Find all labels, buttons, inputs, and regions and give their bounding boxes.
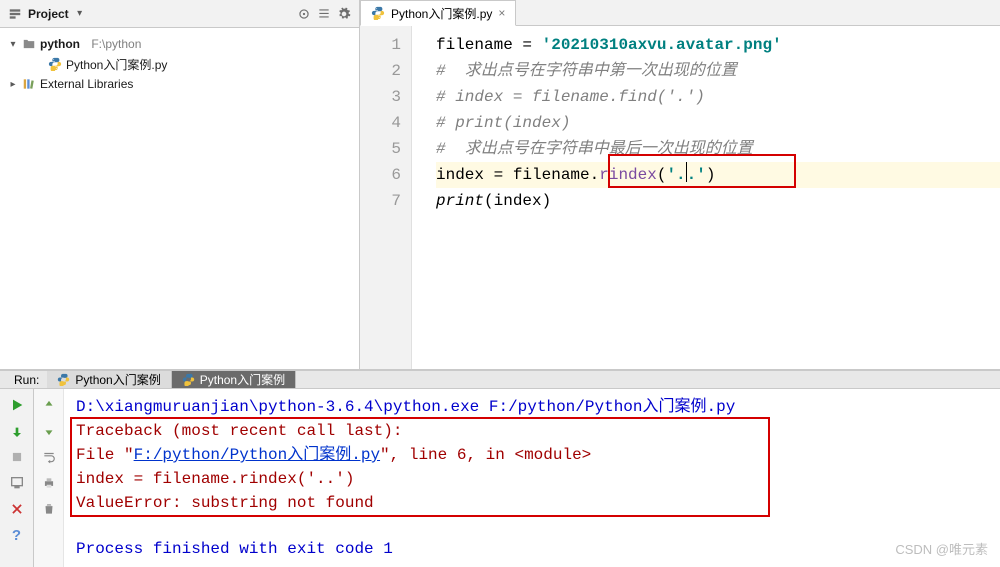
- project-file-name: Python入门案例.py: [66, 56, 167, 73]
- editor-body[interactable]: 1 2 3 4 5 6 7 filename = '20210310axvu.a…: [360, 26, 1000, 369]
- line-number: 7: [360, 188, 401, 214]
- project-dropdown-icon[interactable]: ▾: [75, 8, 85, 19]
- console-exit: Process finished with exit code 1: [76, 537, 988, 561]
- stop-button[interactable]: [7, 447, 27, 467]
- python-file-icon: [48, 57, 62, 71]
- chevron-right-icon[interactable]: ▸: [8, 79, 18, 90]
- line-number: 4: [360, 110, 401, 136]
- project-file-row[interactable]: Python入门案例.py: [4, 54, 355, 74]
- wrap-icon[interactable]: [39, 447, 59, 467]
- code-line[interactable]: # index = filename.find('.'): [436, 84, 1000, 110]
- project-root-name: python: [40, 37, 80, 51]
- close-icon[interactable]: ×: [498, 6, 505, 20]
- python-file-icon: [57, 373, 70, 386]
- console-traceback-file: File "F:/python/Python入门案例.py", line 6, …: [76, 443, 988, 467]
- folder-icon: [22, 37, 36, 51]
- code-line-active[interactable]: index = filename.rindex('..'): [436, 162, 1000, 188]
- python-file-icon: [182, 373, 195, 386]
- trash-icon[interactable]: [39, 499, 59, 519]
- console-traceback-code: index = filename.rindex('..'): [76, 467, 988, 491]
- editor-pane: Python入门案例.py × 1 2 3 4 5 6 7 filename =…: [360, 0, 1000, 369]
- run-panel: Run: Python入门案例 Python入门案例 ? D:\xiangmur…: [0, 370, 1000, 565]
- project-pane: Project ▾ ▾ python F:\python Python入门案例.…: [0, 0, 360, 369]
- run-console[interactable]: D:\xiangmuruanjian\python-3.6.4\python.e…: [64, 389, 1000, 567]
- print-icon[interactable]: [39, 473, 59, 493]
- code-line[interactable]: # 求出点号在字符串中第一次出现的位置: [436, 58, 1000, 84]
- code-line[interactable]: # print(index): [436, 110, 1000, 136]
- project-tool-icon: [8, 7, 22, 21]
- up-icon[interactable]: [39, 395, 59, 415]
- dump-icon[interactable]: [7, 473, 27, 493]
- line-number: 6: [360, 162, 401, 188]
- gear-icon[interactable]: [337, 7, 351, 21]
- run-tab-active[interactable]: Python入门案例: [172, 371, 296, 388]
- external-libs-label: External Libraries: [40, 77, 133, 91]
- run-toolbar-left: ?: [0, 389, 34, 567]
- run-toolbar-inner: [34, 389, 64, 567]
- down-icon[interactable]: [39, 421, 59, 441]
- code-line[interactable]: # 求出点号在字符串中最后一次出现的位置: [436, 136, 1000, 162]
- rerun-icon[interactable]: [7, 395, 27, 415]
- code-line[interactable]: print(index): [436, 188, 1000, 214]
- libraries-icon: [22, 77, 36, 91]
- console-cmd: D:\xiangmuruanjian\python-3.6.4\python.e…: [76, 395, 988, 419]
- line-number: 2: [360, 58, 401, 84]
- console-error: ValueError: substring not found: [76, 491, 988, 515]
- help-icon[interactable]: ?: [7, 525, 27, 545]
- project-title: Project: [28, 7, 69, 21]
- run-tab-bar: Run: Python入门案例 Python入门案例: [0, 371, 1000, 389]
- editor-gutter: 1 2 3 4 5 6 7: [360, 26, 412, 369]
- project-root-row[interactable]: ▾ python F:\python: [4, 34, 355, 54]
- run-tab-label: Python入门案例: [200, 371, 285, 388]
- editor-tab[interactable]: Python入门案例.py ×: [360, 0, 516, 26]
- console-file-link[interactable]: F:/python/Python入门案例.py: [134, 446, 380, 464]
- editor-tab-label: Python入门案例.py: [391, 5, 492, 22]
- python-file-icon: [371, 6, 385, 20]
- line-number: 3: [360, 84, 401, 110]
- collapse-all-icon[interactable]: [317, 7, 331, 21]
- editor-tabs: Python入门案例.py ×: [360, 0, 1000, 26]
- close-icon[interactable]: [7, 499, 27, 519]
- run-tab-label: Python入门案例: [75, 371, 160, 388]
- project-tree: ▾ python F:\python Python入门案例.py ▸ Exter…: [0, 28, 359, 100]
- run-label: Run:: [6, 371, 47, 388]
- line-number: 5: [360, 136, 401, 162]
- chevron-down-icon[interactable]: ▾: [8, 39, 18, 50]
- project-root-path: F:\python: [91, 37, 141, 51]
- code-area[interactable]: filename = '20210310axvu.avatar.png' # 求…: [412, 26, 1000, 369]
- aim-icon[interactable]: [297, 7, 311, 21]
- console-traceback: Traceback (most recent call last):: [76, 419, 988, 443]
- run-tab[interactable]: Python入门案例: [47, 371, 171, 388]
- project-header: Project ▾: [0, 0, 359, 28]
- stop-down-icon[interactable]: [7, 421, 27, 441]
- code-line[interactable]: filename = '20210310axvu.avatar.png': [436, 32, 1000, 58]
- external-libs-row[interactable]: ▸ External Libraries: [4, 74, 355, 94]
- line-number: 1: [360, 32, 401, 58]
